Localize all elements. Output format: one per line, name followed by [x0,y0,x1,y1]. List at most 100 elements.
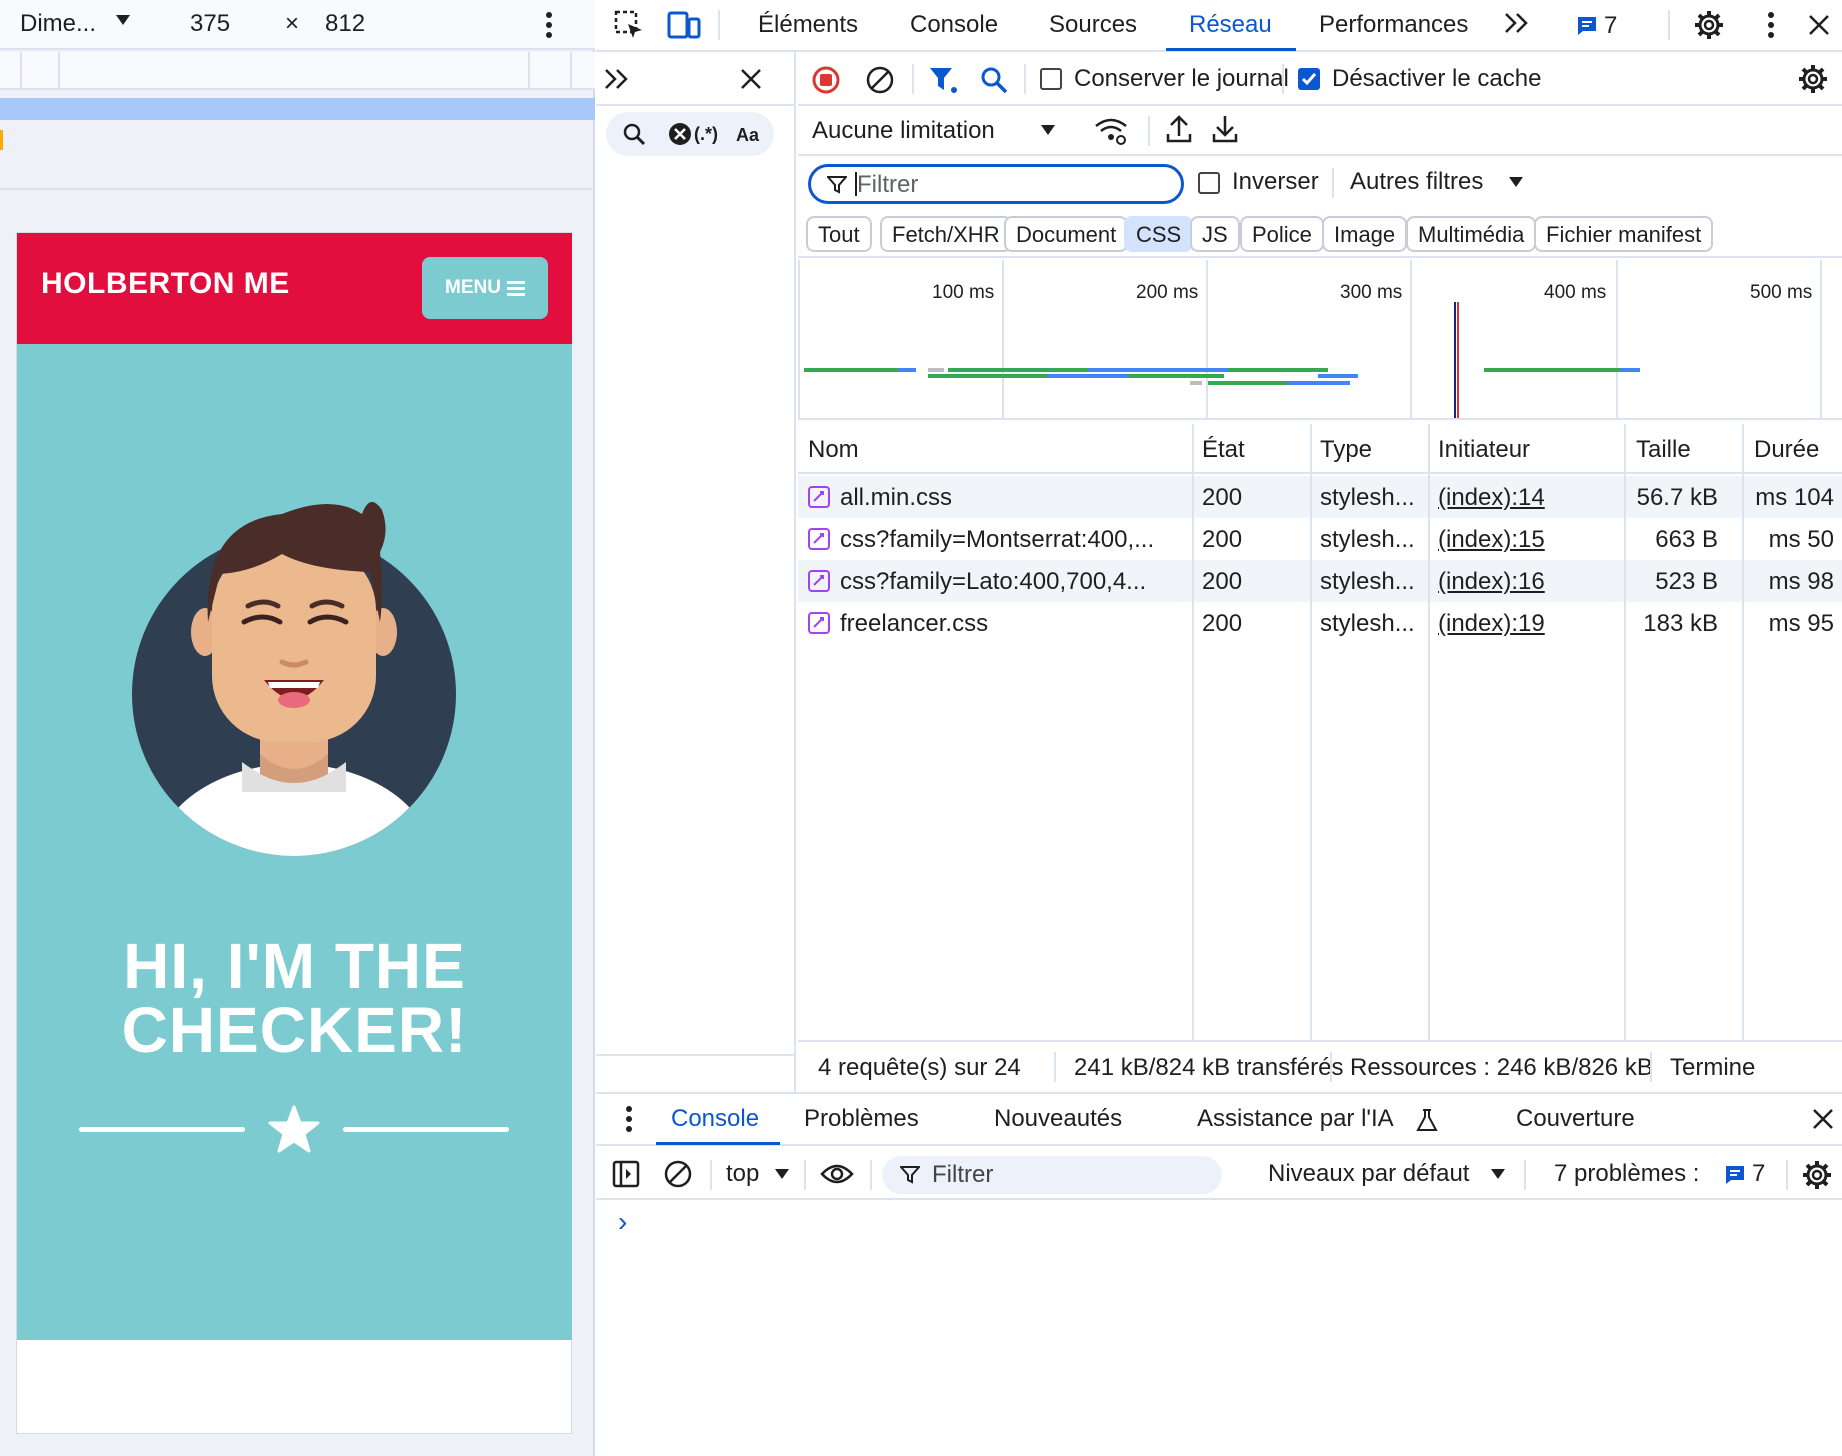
console-settings-gear-icon[interactable] [1802,1160,1832,1190]
context-caret-icon[interactable] [774,1168,790,1180]
media-query-bar[interactable] [0,98,595,120]
more-tabs-icon[interactable] [1504,12,1530,34]
clear-search-icon[interactable] [668,122,692,146]
network-filter-input[interactable]: Filtrer [808,164,1184,204]
more-options-icon[interactable] [546,12,552,38]
close-drawer-icon[interactable] [1812,1108,1834,1130]
width-input[interactable]: 375 [190,10,230,38]
col-size[interactable]: Taille [1636,436,1691,464]
filter-chip-js[interactable]: JS [1190,216,1240,252]
col-name[interactable]: Nom [808,436,859,464]
filter-chip-manifest[interactable]: Fichier manifest [1534,216,1714,252]
console-prompt[interactable]: › [618,1206,627,1238]
drawer-tab-whats-new[interactable]: Nouveautés [994,1105,1122,1133]
filter-chip-all[interactable]: Tout [806,216,872,252]
throttling-caret-icon[interactable] [1040,124,1056,136]
console-issues-label[interactable]: 7 problèmes : [1554,1160,1699,1188]
network-overview-timeline[interactable]: 100 ms 200 ms 300 ms 400 ms 500 ms [798,260,1842,420]
console-issues-icon[interactable] [1724,1164,1746,1186]
table-row[interactable]: css?family=Lato:400,700,4... 200 stylesh… [798,560,1842,602]
table-row[interactable]: css?family=Montserrat:400,... 200 styles… [798,518,1842,560]
emulated-viewport: HOLBERTON ME MENU HI, I'M THE CHECKER! [16,232,572,1434]
row-initiator-link[interactable]: (index):19 [1438,610,1545,638]
clear-log-icon[interactable] [866,66,894,94]
preserve-log-label[interactable]: Conserver le journal [1074,65,1289,93]
menu-button[interactable]: MENU [422,257,548,319]
col-initiator[interactable]: Initiateur [1438,436,1530,464]
device-select-caret-icon[interactable] [115,14,131,26]
context-select[interactable]: top [726,1160,759,1188]
drawer-tab-console[interactable]: Console [671,1105,759,1133]
network-settings-gear-icon[interactable] [1798,64,1828,94]
col-type[interactable]: Type [1320,436,1372,464]
table-row[interactable]: all.min.css 200 stylesh... (index):14 56… [798,476,1842,518]
customize-menu-icon[interactable] [1768,12,1774,38]
record-stop-icon[interactable] [812,66,840,94]
settings-gear-icon[interactable] [1694,10,1724,40]
active-tab-indicator [1166,48,1296,51]
tab-network[interactable]: Réseau [1189,11,1272,39]
tab-sources[interactable]: Sources [1049,11,1137,39]
preserve-log-checkbox[interactable] [1040,68,1062,90]
more-filters-caret-icon[interactable] [1508,176,1524,188]
drawer-tab-ai-assistance[interactable]: Assistance par l'IA [1197,1105,1394,1133]
filter-funnel-icon[interactable] [928,66,958,94]
throttling-select[interactable]: Aucune limitation [812,117,995,145]
summary-finish: Termine [1670,1054,1756,1081]
regex-toggle[interactable]: (.*) [694,124,718,145]
search-network-icon[interactable] [980,66,1008,94]
inspect-element-icon[interactable] [612,8,646,42]
tab-console[interactable]: Console [910,11,998,39]
disable-cache-label[interactable]: Désactiver le cache [1332,65,1541,93]
device-emulation-pane: Dime... 375 × 812 HOLBERTON ME MENU HI, … [0,0,595,1456]
filter-chip-document[interactable]: Document [1004,216,1129,252]
close-devtools-icon[interactable] [1808,14,1830,36]
row-initiator-link[interactable]: (index):16 [1438,568,1545,596]
col-status[interactable]: État [1202,436,1245,464]
issues-counter[interactable]: 7 [1576,12,1617,40]
drawer-tab-issues[interactable]: Problèmes [804,1105,919,1133]
row-status: 200 [1202,526,1243,553]
invert-checkbox[interactable] [1198,172,1220,194]
row-name: all.min.css [840,484,953,511]
filter-chip-fetch-xhr[interactable]: Fetch/XHR [880,216,1012,252]
network-conditions-icon[interactable] [1094,116,1128,146]
filter-placeholder: Filtrer [857,171,919,198]
height-input[interactable]: 812 [325,10,365,38]
device-select[interactable]: Dime... [20,10,96,38]
close-sidebar-icon[interactable] [740,68,762,90]
drawer-tab-coverage[interactable]: Couverture [1516,1105,1635,1133]
console-issues-count[interactable]: 7 [1752,1160,1765,1188]
tab-performance[interactable]: Performances [1319,11,1468,39]
import-har-icon[interactable] [1166,114,1192,144]
filter-chip-font[interactable]: Police [1240,216,1324,252]
console-filter-input[interactable]: Filtrer [882,1156,1222,1194]
console-sidebar-icon[interactable] [612,1160,640,1188]
flask-icon [1416,1108,1438,1132]
clear-console-icon[interactable] [664,1160,692,1188]
table-row[interactable]: freelancer.css 200 stylesh... (index):19… [798,602,1842,644]
filter-chip-media[interactable]: Multimédia [1406,216,1537,252]
network-toolbar-2: Aucune limitation [798,106,1842,156]
more-filters-dropdown[interactable]: Autres filtres [1350,168,1483,196]
log-levels-caret-icon[interactable] [1490,1168,1506,1180]
device-toggle-icon[interactable] [666,8,702,42]
expand-sidebar-icon[interactable] [604,68,630,90]
invert-label[interactable]: Inverser [1232,168,1319,196]
row-status: 200 [1202,610,1243,637]
sidebar-search-box[interactable]: (.*) Aa [606,112,774,156]
filter-chip-image[interactable]: Image [1322,216,1408,252]
export-har-icon[interactable] [1212,114,1238,144]
live-expression-eye-icon[interactable] [820,1162,854,1186]
site-brand[interactable]: HOLBERTON ME [41,267,290,301]
hero-title-line-1: HI, I'M THE [123,930,466,1002]
col-time[interactable]: Durée [1754,436,1819,464]
disable-cache-checkbox[interactable] [1298,68,1320,90]
row-initiator-link[interactable]: (index):15 [1438,526,1545,554]
row-initiator-link[interactable]: (index):14 [1438,484,1545,512]
drawer-menu-icon[interactable] [626,1106,632,1132]
tab-elements[interactable]: Éléments [758,11,858,39]
filter-chip-css[interactable]: CSS [1124,216,1194,252]
log-levels-select[interactable]: Niveaux par défaut [1268,1160,1469,1188]
match-case-toggle[interactable]: Aa [736,125,759,146]
